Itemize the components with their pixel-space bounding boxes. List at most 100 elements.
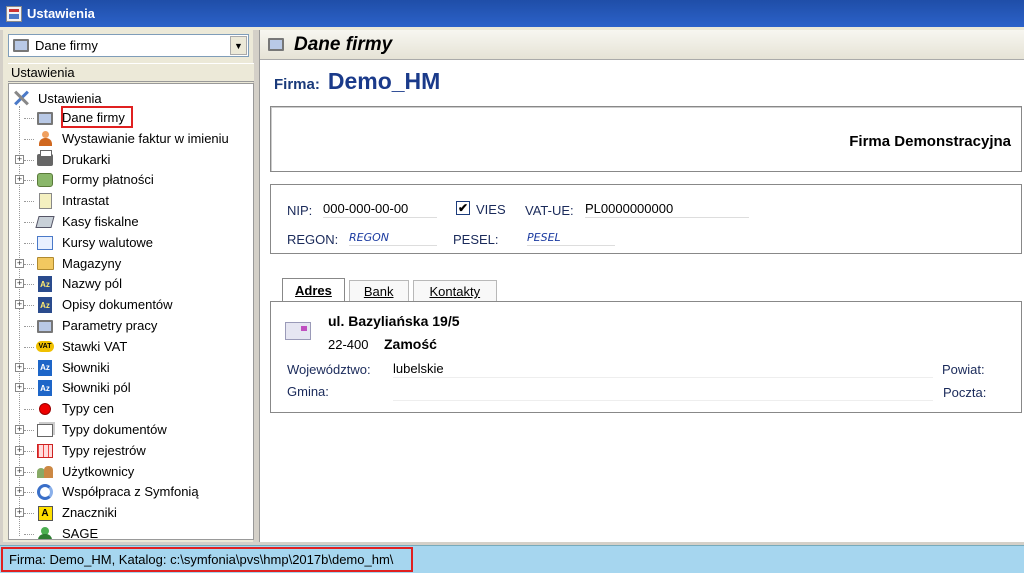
expand-icon[interactable]: + <box>15 175 24 185</box>
tab-strip: Adres Bank Kontakty <box>282 278 501 302</box>
tree-item[interactable]: Parametry pracy <box>9 316 253 336</box>
tree-connector <box>24 326 34 327</box>
tree-icon-slot <box>35 213 55 231</box>
selection-highlight <box>61 106 133 128</box>
tree-item-label: Współpraca z Symfonią <box>62 484 199 500</box>
tree-icon-slot: Az <box>36 296 54 314</box>
city-value: Zamość <box>384 336 437 352</box>
tree-item-label: Stawki VAT <box>62 338 128 354</box>
section-combobox[interactable]: Dane firmy ▼ <box>8 34 249 57</box>
tree-item-label: Słowniki pól <box>62 380 131 396</box>
az-icon: Az <box>38 297 52 314</box>
status-text-box: Firma: Demo_HM, Katalog: c:\symfonia\pvs… <box>1 547 413 572</box>
tree-item[interactable]: Typy cen <box>9 399 253 419</box>
tree-item[interactable]: + Użytkownicy <box>9 462 253 482</box>
tree-icon-slot <box>36 317 54 335</box>
tree-item-label: Typy dokumentów <box>62 422 167 437</box>
tree-item-label: Magazyny <box>62 255 122 271</box>
tree-item[interactable]: + A Znaczniki <box>9 503 253 523</box>
tree-item[interactable]: + Formy płatności <box>9 170 253 190</box>
tree-item[interactable]: Intrastat <box>9 191 253 211</box>
az-icon: Az <box>38 276 52 293</box>
expand-icon[interactable]: + <box>15 466 24 476</box>
az-blue-icon: Az <box>38 380 52 397</box>
tree-root[interactable]: Ustawienia <box>12 88 102 108</box>
settings-tree[interactable]: Ustawienia Dane firmy Wystawianie faktur … <box>8 83 254 540</box>
tree-item[interactable]: + Drukarki <box>9 149 253 170</box>
tree-item[interactable]: + Az Słowniki <box>9 358 253 378</box>
tree-connector <box>24 367 34 369</box>
expand-icon[interactable]: + <box>15 258 24 268</box>
tree-connector <box>24 138 34 140</box>
tree-icon-slot <box>36 463 54 481</box>
combobox-value: Dane firmy <box>35 38 98 53</box>
tree-icon-slot <box>36 171 54 189</box>
tree-connector <box>24 534 34 535</box>
company-name-box[interactable]: Firma Demonstracyjna <box>270 106 1022 172</box>
expand-icon[interactable]: + <box>15 487 24 497</box>
gmina-field[interactable] <box>393 384 933 401</box>
tree-connector <box>24 513 34 515</box>
regon-field[interactable]: REGON <box>349 231 437 246</box>
folder-icon <box>36 257 54 271</box>
vies-checkbox[interactable]: ✔ <box>456 201 470 215</box>
documents-icon <box>37 423 53 437</box>
nip-label: NIP: <box>287 203 313 218</box>
tab-bank[interactable]: Bank <box>348 280 409 302</box>
intrastat-icon <box>38 193 52 210</box>
expand-icon[interactable]: + <box>15 445 24 455</box>
page-title: Dane firmy <box>294 33 393 55</box>
expand-icon[interactable]: + <box>15 300 24 310</box>
tree-item-label: Typy cen <box>62 401 115 417</box>
tree-item[interactable]: + Typy rejestrów <box>9 441 253 461</box>
tree-icon-slot: A <box>36 504 54 522</box>
tree-item[interactable]: Kursy walutowe <box>9 233 253 253</box>
pesel-field[interactable]: PESEL <box>527 231 615 246</box>
tree-icon-slot <box>36 109 54 127</box>
tree-item[interactable]: + Magazyny <box>9 254 253 274</box>
tree-connector <box>24 242 34 244</box>
right-panel: Dane firmy Firma: Demo_HM Firma Demonstr… <box>259 30 1024 542</box>
expand-icon[interactable]: + <box>15 383 24 393</box>
chevron-down-icon[interactable]: ▼ <box>230 36 247 55</box>
printer-icon <box>37 149 53 166</box>
address-panel: ul. Bazyliańska 19/5 22-400 Zamość Wojew… <box>270 301 1022 413</box>
expand-icon[interactable]: + <box>15 508 24 518</box>
tree-item[interactable]: VAT Stawki VAT <box>9 337 253 357</box>
wojewodztwo-field[interactable]: lubelskie <box>393 361 933 378</box>
tree-item[interactable]: + Az Opisy dokumentów <box>9 295 253 315</box>
expand-icon[interactable]: + <box>15 154 24 164</box>
expand-icon[interactable]: + <box>15 362 24 372</box>
status-text: Firma: Demo_HM, Katalog: c:\symfonia\pvs… <box>9 552 394 567</box>
tree-item[interactable]: + Az Słowniki pól <box>9 378 253 398</box>
tree-item-label: Drukarki <box>62 151 111 167</box>
tree-item[interactable]: Wystawianie faktur w imieniu <box>9 129 253 149</box>
tree-item-label: Użytkownicy <box>62 463 135 479</box>
vatue-field[interactable]: PL0000000000 <box>585 201 749 218</box>
tree-item[interactable]: + Współpraca z Symfonią <box>9 482 253 502</box>
tree-item[interactable]: Dane firmy <box>9 106 253 128</box>
tab-adres[interactable]: Adres <box>282 278 345 302</box>
powiat-label: Powiat: <box>942 362 985 377</box>
page-header: Dane firmy <box>260 30 1024 60</box>
tree-item[interactable]: SAGE <box>9 524 253 539</box>
nip-field[interactable]: 000-000-00-00 <box>323 201 437 218</box>
users-icon <box>36 465 54 479</box>
tree-item-label: Opisy dokumentów <box>62 297 173 313</box>
sage-icon <box>38 527 52 539</box>
tree-icon-slot <box>36 421 54 439</box>
cash-register-icon <box>35 216 55 228</box>
tree-item[interactable]: + Az Nazwy pól <box>9 274 253 294</box>
expand-icon[interactable]: + <box>15 279 24 289</box>
tree-connector <box>24 305 34 307</box>
pesel-label: PESEL: <box>453 232 499 247</box>
regon-label: REGON: <box>287 232 339 247</box>
tree-item[interactable]: Kasy fiskalne <box>9 212 253 232</box>
expand-icon[interactable]: + <box>15 425 24 434</box>
tree-icon-slot <box>36 192 54 210</box>
tree-item[interactable]: + Typy dokumentów <box>9 420 253 440</box>
tab-kontakty[interactable]: Kontakty <box>412 280 498 302</box>
firma-row: Firma: Demo_HM <box>274 68 440 96</box>
tree-icon-slot <box>36 442 54 460</box>
tree-connector <box>24 180 34 182</box>
